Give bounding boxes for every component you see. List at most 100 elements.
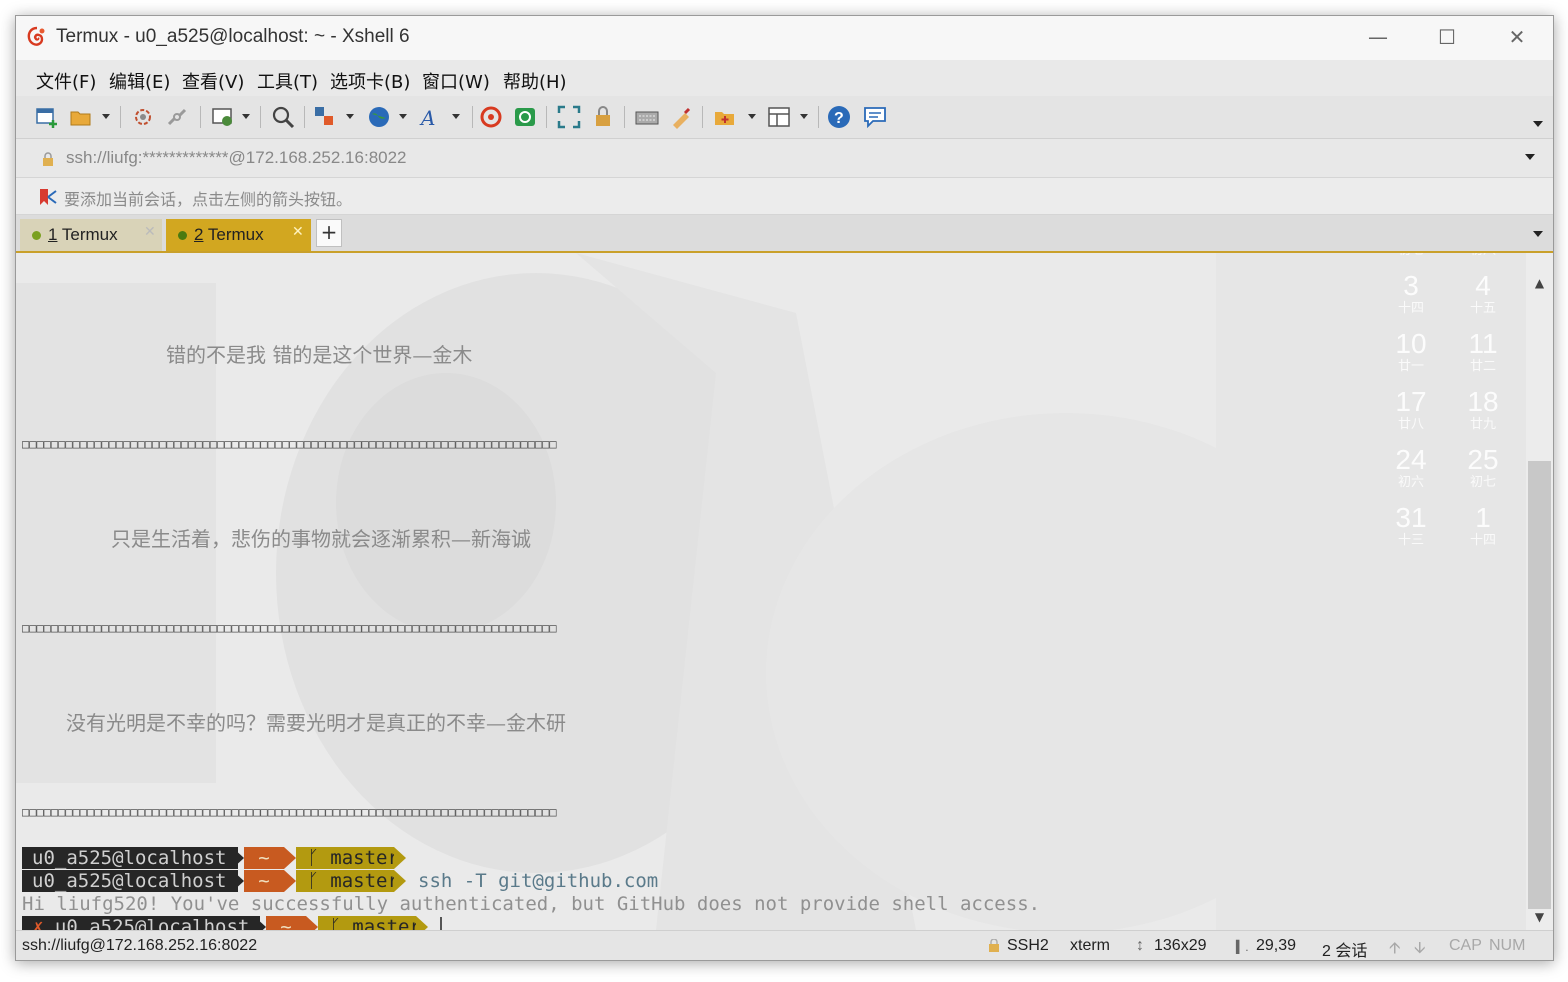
transfer-dropdown-icon[interactable] <box>346 114 354 119</box>
svg-text:A: A <box>419 106 435 130</box>
tab-close-icon[interactable]: ✕ <box>292 223 304 240</box>
font-dropdown-icon[interactable] <box>452 114 460 119</box>
scrollbar-thumb[interactable] <box>1528 461 1551 909</box>
keyboard-icon[interactable] <box>634 104 660 130</box>
xftp-icon[interactable] <box>512 104 538 130</box>
properties-dropdown-icon[interactable] <box>242 114 250 119</box>
download-arrow-icon: 🡫 <box>1414 940 1426 957</box>
powerline-separator <box>394 847 406 869</box>
prompt-user-segment: u0_a525@localhost <box>22 847 238 869</box>
new-tab-button[interactable]: + <box>316 219 342 247</box>
prompt-git-segment: ᚴ master <box>296 870 399 892</box>
layout-icon[interactable] <box>766 104 792 130</box>
find-icon[interactable] <box>270 104 296 130</box>
powerline-separator <box>394 870 406 892</box>
address-bar: ssh://liufg:*************@172.168.252.16… <box>16 139 1553 178</box>
calendar-widget: 27初七 28初八 2初 3十四 4十五 10廿一 11廿二 17廿八 18廿九… <box>1395 253 1499 547</box>
menu-file[interactable]: 文件(F) <box>36 68 96 94</box>
menu-tools[interactable]: 工具(T) <box>257 68 318 94</box>
status-sessions: 2 会话 <box>1322 943 1368 960</box>
open-folder-icon[interactable] <box>68 104 94 130</box>
add-session-arrow-icon[interactable] <box>38 187 58 207</box>
prompt-dir-segment: ~ <box>244 847 284 869</box>
hint-text: 要添加当前会话，点击左侧的箭头按钮。 <box>64 190 353 209</box>
globe-icon[interactable] <box>366 104 392 130</box>
toolbar-separator <box>818 106 819 128</box>
prompt-git-segment: ᚴ master <box>296 847 399 869</box>
toolbar-separator <box>624 106 625 128</box>
highlight-icon[interactable] <box>668 104 694 130</box>
quote-line-1: 错的不是我 错的是这个世界—金木 <box>166 343 473 367</box>
git-branch-icon: ᚴ <box>318 916 353 930</box>
powerline-separator <box>232 870 244 892</box>
toolbar-separator <box>260 106 261 128</box>
xshell-icon[interactable] <box>478 104 504 130</box>
box-char-row: □□□□□□□□□□□□□□□□□□□□□□□□□□□□□□□□□□□□□□□□… <box>22 621 557 635</box>
svg-text:?: ? <box>834 110 844 127</box>
status-protocol: SSH2 <box>1007 937 1049 954</box>
fullscreen-icon[interactable] <box>556 104 582 130</box>
globe-dropdown-icon[interactable] <box>399 114 407 119</box>
error-status-icon: ✗ <box>32 916 44 930</box>
maximize-button[interactable]: ☐ <box>1431 24 1463 50</box>
transfer-icon[interactable] <box>312 104 338 130</box>
toolbar-separator <box>120 106 121 128</box>
powerline-separator <box>416 916 428 930</box>
add-folder-icon[interactable] <box>712 104 738 130</box>
upload-arrow-icon: 🡩 <box>1389 940 1401 957</box>
tab-list-dropdown-icon[interactable] <box>1533 231 1543 237</box>
help-icon[interactable]: ? <box>826 104 852 130</box>
lock-icon[interactable] <box>590 104 616 130</box>
minimize-button[interactable]: — <box>1362 24 1394 50</box>
status-dot-icon <box>178 231 187 240</box>
address-input[interactable]: ssh://liufg:*************@172.168.252.16… <box>66 148 407 168</box>
menu-window[interactable]: 窗口(W) <box>422 68 490 94</box>
new-session-icon[interactable] <box>34 104 60 130</box>
toolbar-separator <box>304 106 305 128</box>
disconnect-icon[interactable] <box>164 104 190 130</box>
tab-termux-1[interactable]: 1 Termux ✕ <box>20 219 162 251</box>
chat-icon[interactable] <box>862 104 888 130</box>
terminal-area[interactable]: 27初七 28初八 2初 3十四 4十五 10廿一 11廿二 17廿八 18廿九… <box>16 253 1526 930</box>
tab-label: 2 Termux <box>194 225 264 244</box>
scroll-up-icon[interactable]: ▲ <box>1526 275 1553 291</box>
box-char-row: □□□□□□□□□□□□□□□□□□□□□□□□□□□□□□□□□□□□□□□□… <box>22 437 557 451</box>
powerline-separator <box>232 847 244 869</box>
properties-icon[interactable] <box>210 104 236 130</box>
powerline-separator <box>306 916 318 930</box>
status-terminal-type: xterm <box>1070 937 1110 954</box>
add-folder-dropdown-icon[interactable] <box>748 114 756 119</box>
layout-dropdown-icon[interactable] <box>800 114 808 119</box>
vertical-scrollbar[interactable]: ▲ ▼ <box>1526 253 1553 930</box>
status-dot-icon <box>32 231 41 240</box>
toolbar-overflow-icon[interactable] <box>1533 121 1543 127</box>
prompt-dir-segment: ~ <box>266 916 306 930</box>
status-connection: ssh://liufg@172.168.252.16:8022 <box>22 937 258 954</box>
command-text: ssh -T git@github.com <box>418 870 659 892</box>
box-char-row: □□□□□□□□□□□□□□□□□□□□□□□□□□□□□□□□□□□□□□□□… <box>22 805 557 819</box>
tab-close-icon[interactable]: ✕ <box>144 223 156 240</box>
command-output: Hi liufg520! You've successfully authent… <box>22 893 1041 915</box>
xshell-logo-icon <box>27 26 45 46</box>
toolbar-separator <box>200 106 201 128</box>
tab-termux-2[interactable]: 2 Termux ✕ <box>166 219 311 251</box>
tab-label: 1 Termux <box>48 225 118 244</box>
resize-icon: ↕ <box>1136 937 1144 954</box>
menu-help[interactable]: 帮助(H) <box>503 68 567 94</box>
address-dropdown-icon[interactable] <box>1525 154 1535 160</box>
close-button[interactable]: ✕ <box>1501 24 1533 50</box>
tab-bar: 1 Termux ✕ 2 Termux ✕ + <box>16 215 1553 253</box>
font-icon[interactable]: A <box>418 104 444 130</box>
open-dropdown-icon[interactable] <box>102 114 110 119</box>
git-branch-icon: ᚴ <box>296 870 331 892</box>
status-caps-lock: CAP <box>1449 937 1482 954</box>
menu-tabs[interactable]: 选项卡(B) <box>330 68 410 94</box>
toolbar: A ? <box>16 96 1553 139</box>
prompt-dir-segment: ~ <box>244 870 284 892</box>
status-cursor-pos: 29,39 <box>1256 937 1297 954</box>
reconnect-icon[interactable] <box>130 104 156 130</box>
menu-view[interactable]: 查看(V) <box>182 68 244 94</box>
quote-line-3: 没有光明是不幸的吗？需要光明才是真正的不幸—金木研 <box>66 711 566 735</box>
menu-edit[interactable]: 编辑(E) <box>109 68 170 94</box>
scroll-down-icon[interactable]: ▼ <box>1526 909 1553 925</box>
